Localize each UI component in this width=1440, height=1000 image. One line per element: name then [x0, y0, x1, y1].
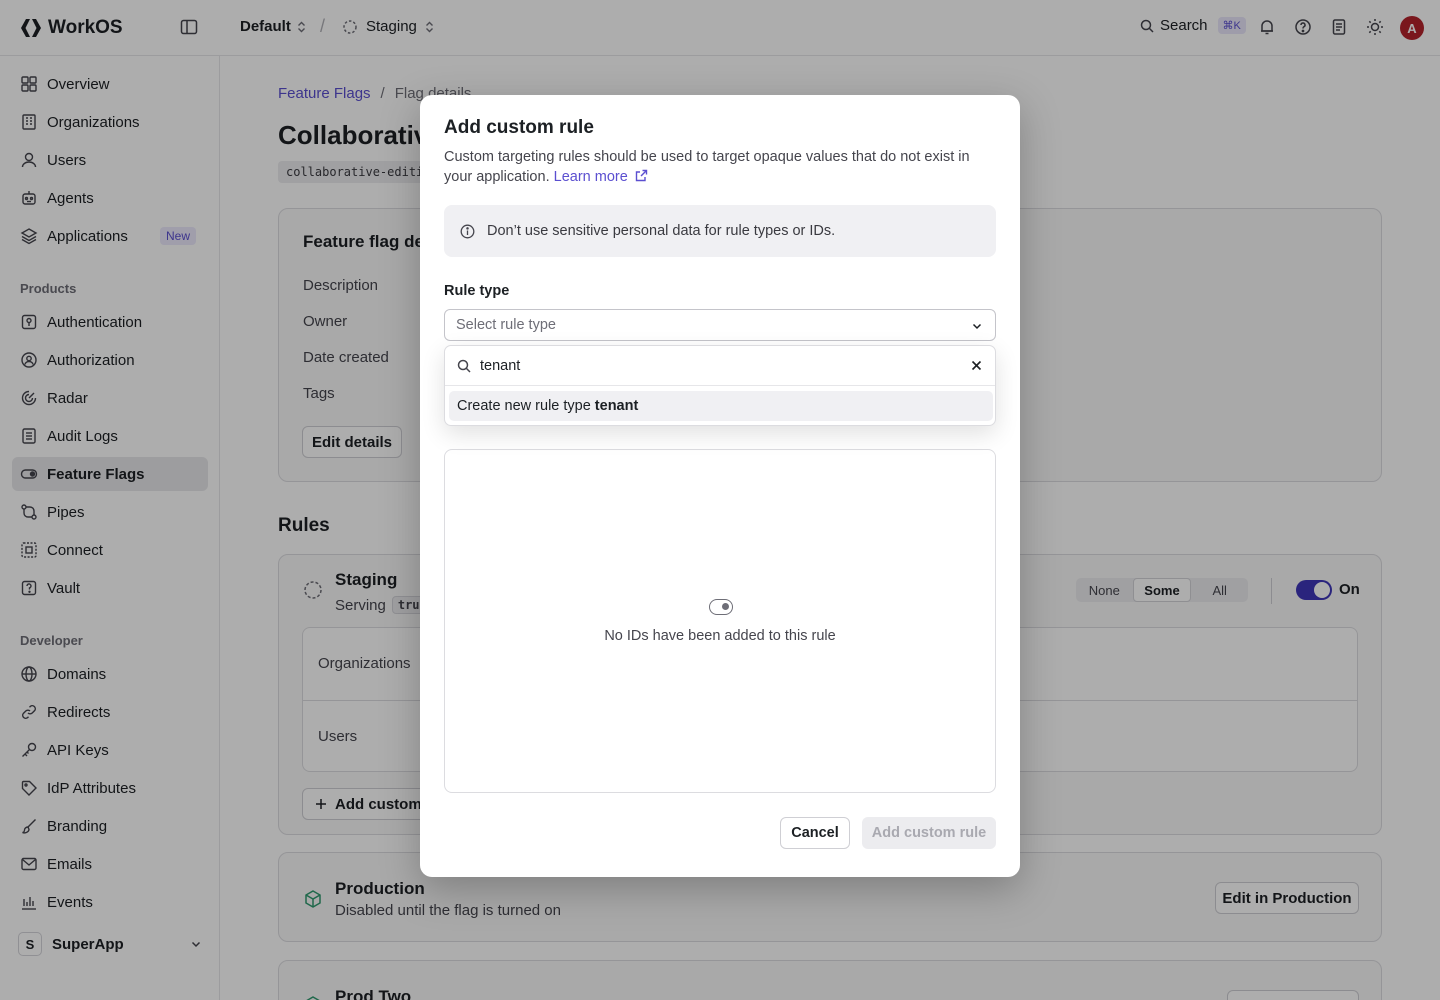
rule-type-select[interactable]: Select rule type: [444, 309, 996, 341]
close-icon[interactable]: [970, 359, 983, 372]
dialog-description: Custom targeting rules should be used to…: [444, 147, 996, 187]
rule-type-placeholder: Select rule type: [456, 317, 556, 333]
add-custom-rule-button[interactable]: Add custom rule: [862, 817, 996, 849]
add-custom-rule-dialog: Add custom rule Custom targeting rules s…: [420, 95, 1020, 877]
learn-more-link[interactable]: Learn more: [554, 169, 648, 185]
rule-type-label: Rule type: [444, 283, 510, 299]
rule-type-dropdown: tenant Create new rule type tenant: [444, 345, 996, 426]
callout-text: Don’t use sensitive personal data for ru…: [487, 223, 836, 239]
create-rule-type-option[interactable]: Create new rule type tenant: [449, 391, 993, 421]
dialog-title: Add custom rule: [444, 117, 594, 138]
search-icon: [457, 359, 471, 373]
external-link-icon: [635, 169, 648, 182]
option-prefix: Create new rule type: [457, 398, 591, 414]
rule-type-search[interactable]: tenant: [445, 346, 995, 386]
rule-ids-empty-state: No IDs have been added to this rule: [444, 449, 996, 793]
toggle-icon: [709, 599, 733, 615]
sensitive-data-callout: Don’t use sensitive personal data for ru…: [444, 205, 996, 257]
cancel-button[interactable]: Cancel: [780, 817, 850, 849]
learn-more-label: Learn more: [553, 169, 628, 185]
rule-type-search-input[interactable]: tenant: [480, 358, 520, 374]
dialog-description-text: Custom targeting rules should be used to…: [444, 149, 970, 185]
chevron-down-icon: [972, 323, 982, 330]
option-value: tenant: [594, 398, 639, 414]
info-icon: [460, 224, 475, 238]
empty-state-text: No IDs have been added to this rule: [604, 628, 836, 644]
